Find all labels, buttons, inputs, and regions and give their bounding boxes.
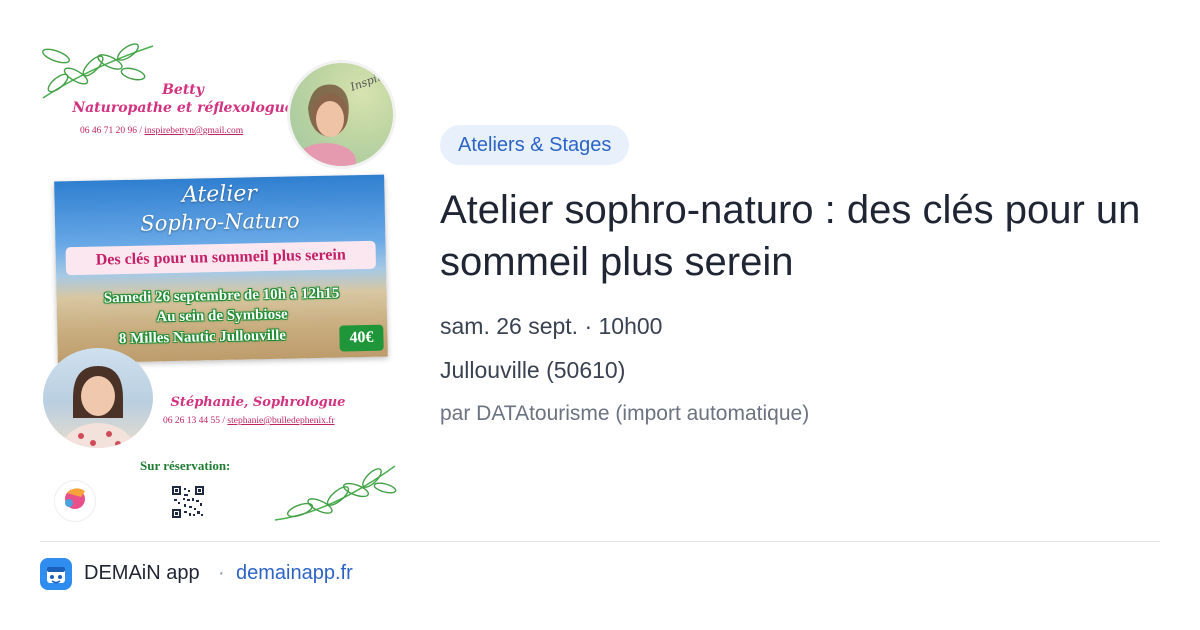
event-poster-image: Betty Naturopathe et réflexologue 06 46 …: [38, 38, 400, 524]
inspireb-logo-text: InspireB: [348, 65, 393, 94]
poster-venue-line2: 8 Milles Nautic Jullouville: [118, 327, 287, 348]
beach-panel: Atelier Sophro-Naturo Des clés pour un s…: [54, 174, 388, 364]
event-location: Jullouville (50610): [440, 357, 626, 383]
stephanie-photo: [43, 348, 153, 448]
betty-photo: InspireB: [287, 60, 396, 169]
betty-email: inspirebettyn@gmail.com: [144, 126, 244, 136]
reservation-label: Sur réservation:: [140, 458, 231, 473]
workshop-line2: Sophro-Naturo: [140, 208, 300, 236]
category-tag[interactable]: Ateliers & Stages: [440, 125, 630, 165]
event-organizer: par DATAtourisme (import automatique): [440, 402, 810, 425]
bulle-de-phenix-logo: [54, 480, 96, 522]
betty-role: Naturopathe et réflexologue: [72, 100, 294, 116]
poster-banner: Des clés pour un sommeil plus serein: [65, 240, 377, 276]
footer-divider: [40, 541, 1160, 542]
betty-name: Betty: [162, 82, 204, 98]
stephanie-role: Stéphanie, Sophrologue: [170, 395, 346, 410]
price-badge: 40€: [339, 324, 384, 352]
demain-app-icon: [40, 558, 72, 590]
stephanie-email: stephanie@bulledephenix.fr: [227, 416, 335, 426]
stephanie-contact: 06 26 13 44 55 / stephanie@bulledephenix…: [163, 416, 335, 426]
stephanie-phone: 06 26 13 44 55: [163, 416, 220, 426]
app-name: DEMAiN app: [84, 562, 200, 584]
betty-phone: 06 46 71 20 96: [80, 126, 137, 136]
footer-separator: ·: [218, 562, 225, 584]
poster-venue-line1: Au sein de Symbiose: [156, 306, 288, 326]
event-title: Atelier sophro-naturo : des clés pour un…: [440, 188, 1141, 284]
qr-code-icon: [172, 486, 204, 518]
betty-contact: 06 46 71 20 96 / inspirebettyn@gmail.com: [80, 126, 244, 136]
workshop-line1: Atelier: [181, 181, 258, 208]
event-datetime: sam. 26 sept. · 10h00: [440, 313, 663, 339]
app-domain-link[interactable]: demainapp.fr: [236, 562, 353, 585]
leaf-decoration-bottom: [274, 465, 397, 521]
